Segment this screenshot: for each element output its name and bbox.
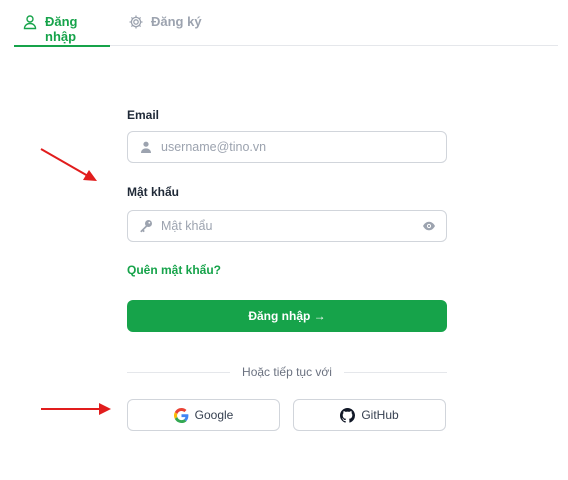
annotation-arrow-2: [41, 403, 111, 415]
annotation-arrows: [40, 148, 111, 415]
annotation-arrow-1: [40, 148, 97, 181]
